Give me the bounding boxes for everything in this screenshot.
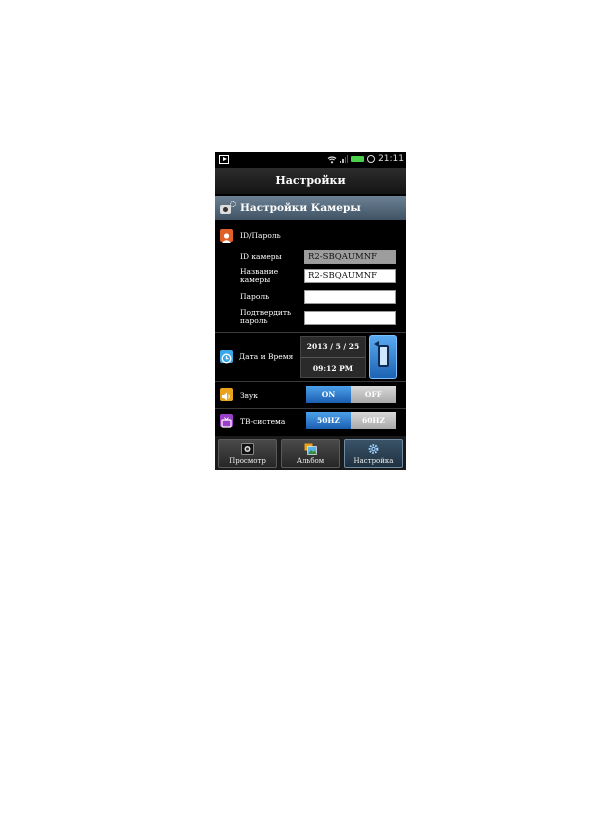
tab-preview[interactable]: Просмотр xyxy=(218,439,277,468)
sound-on-button[interactable]: ON xyxy=(306,386,351,403)
camera-id-label: ID камеры xyxy=(240,252,282,261)
user-icon xyxy=(220,229,233,243)
camera-settings-header: Настройки Камеры xyxy=(215,196,406,220)
gear-icon xyxy=(368,444,379,454)
datetime-label: Дата и Время xyxy=(239,352,294,361)
sound-off-button[interactable]: OFF xyxy=(351,386,396,403)
page-title: Настройки xyxy=(215,168,406,194)
tab-album-label: Альбом xyxy=(296,457,325,465)
section-title: Настройки Камеры xyxy=(240,202,361,214)
status-bar: 21:11 xyxy=(215,152,406,168)
time-value: 09:12 PM xyxy=(312,364,354,373)
sound-toggle[interactable]: ON OFF xyxy=(306,386,396,403)
sound-label: Звук xyxy=(240,391,258,400)
tab-settings[interactable]: Настройка xyxy=(344,439,403,468)
tv-60hz-button[interactable]: 60HZ xyxy=(351,412,396,429)
confirm-password-field[interactable] xyxy=(304,311,396,325)
tab-preview-label: Просмотр xyxy=(229,457,266,465)
id-password-heading: ID/Пароль xyxy=(240,231,281,240)
phone-screen: 21:11 Настройки Настройки Камеры ID/Паро… xyxy=(215,152,406,470)
password-label: Пароль xyxy=(240,292,270,301)
camera-name-field[interactable]: R2-SBQAUMNF xyxy=(304,269,396,283)
datetime-box[interactable]: 2013 / 5 / 25 09:12 PM xyxy=(300,336,366,378)
confirm-password-label: Подтвердить пароль xyxy=(240,308,292,325)
phone-clock-icon xyxy=(378,345,389,367)
album-icon xyxy=(304,443,317,455)
divider xyxy=(215,408,406,409)
tv-system-label: ТВ-система xyxy=(240,417,286,426)
status-time: 21:11 xyxy=(378,154,404,164)
date-value: 2013 / 5 / 25 xyxy=(306,342,360,351)
camera-id-field: R2-SBQAUMNF xyxy=(304,250,396,264)
signal-icon xyxy=(340,155,349,163)
tv-icon xyxy=(220,414,233,428)
divider xyxy=(215,381,406,382)
battery-icon xyxy=(351,156,365,162)
camera-icon xyxy=(241,443,254,455)
camera-settings-icon xyxy=(220,201,236,215)
tab-settings-label: Настройка xyxy=(353,457,394,465)
divider xyxy=(215,332,406,333)
play-icon xyxy=(219,155,229,164)
alarm-icon xyxy=(367,155,376,163)
wifi-icon xyxy=(327,155,337,163)
tv-system-toggle[interactable]: 50HZ 60HZ xyxy=(306,412,396,429)
password-field[interactable] xyxy=(304,290,396,304)
clock-icon xyxy=(220,350,233,364)
sync-time-button[interactable] xyxy=(369,335,397,379)
bottom-nav: Просмотр Альбом Настройка xyxy=(215,436,406,470)
tv-50hz-button[interactable]: 50HZ xyxy=(306,412,351,429)
camera-name-label: Название камеры xyxy=(240,267,279,284)
speaker-icon xyxy=(220,388,233,401)
tab-album[interactable]: Альбом xyxy=(281,439,340,468)
